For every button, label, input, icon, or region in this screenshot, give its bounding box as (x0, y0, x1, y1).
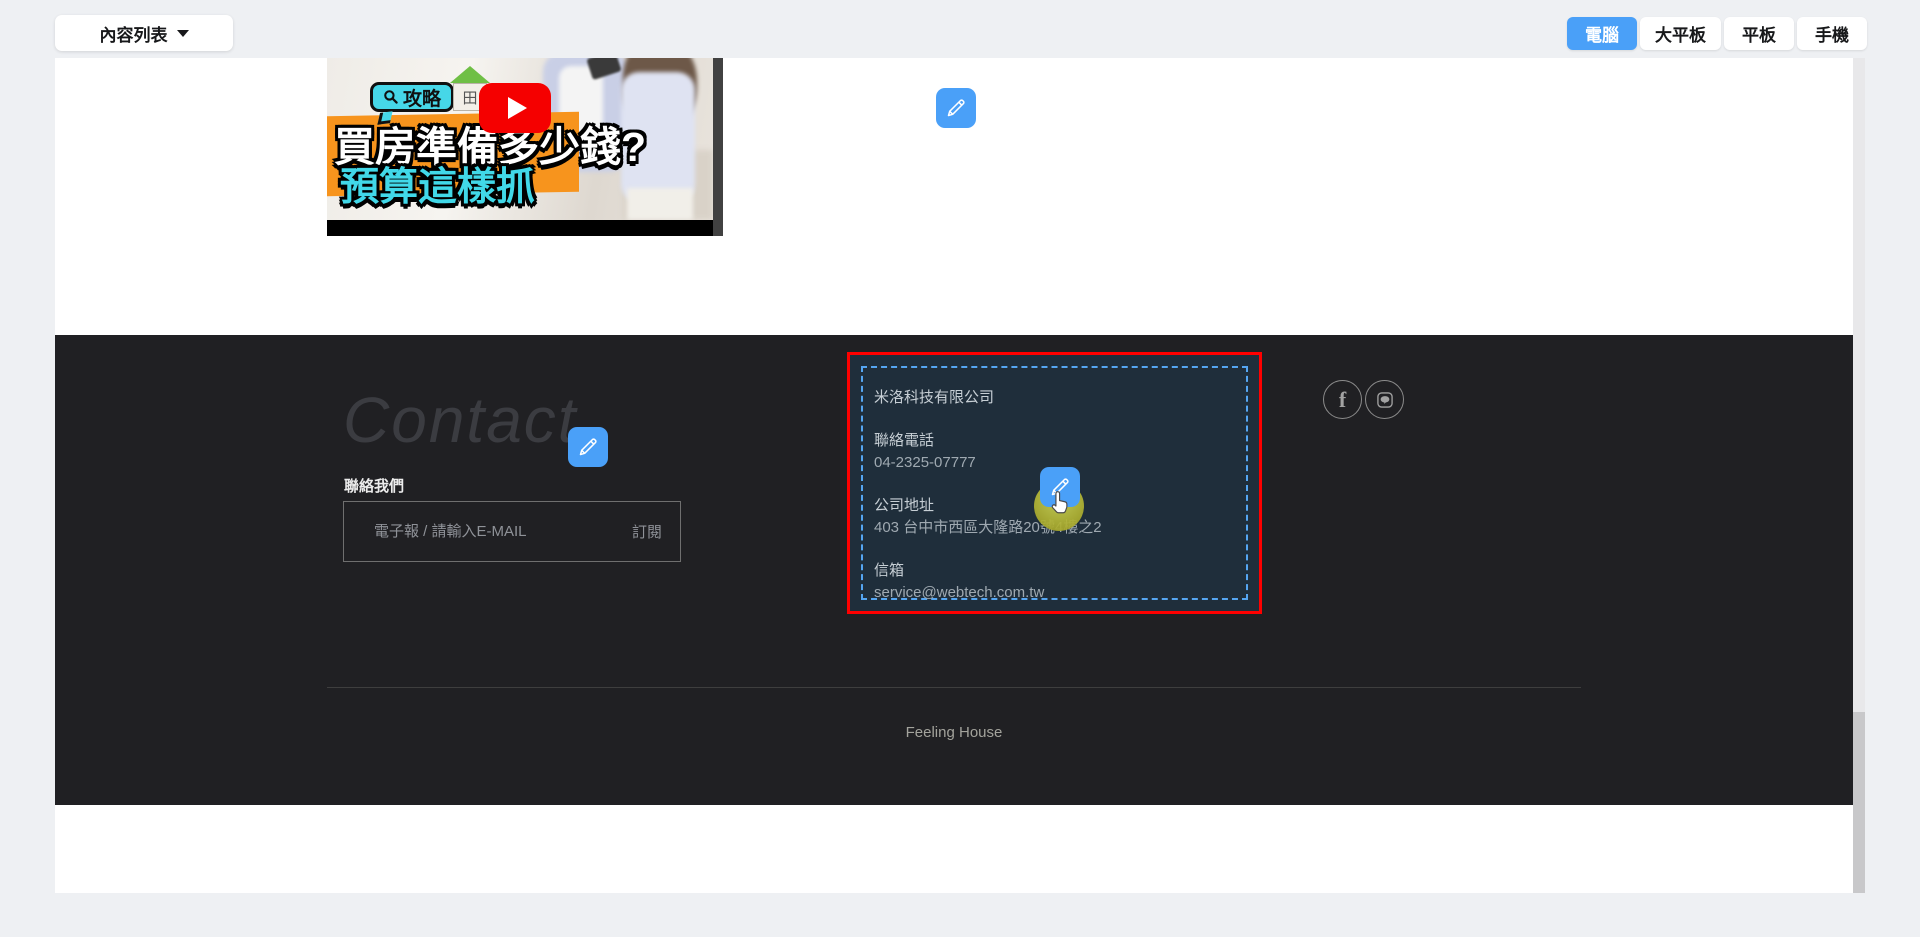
device-tab-phone[interactable]: 手機 (1797, 17, 1867, 50)
contact-us-label: 聯絡我們 (344, 475, 404, 496)
device-tab-desktop[interactable]: 電腦 (1567, 17, 1637, 50)
newsletter-box: 訂閱 (343, 501, 681, 562)
pencil-icon (576, 435, 600, 459)
person-woman-pants-shape (627, 188, 693, 220)
line-icon[interactable] (1365, 380, 1404, 419)
strategy-badge-label: 攻略 (403, 84, 441, 111)
editor-window: 內容列表 電腦 大平板 平板 手機 買房準備多少錢? 預算這樣抓 (0, 0, 1920, 937)
pencil-icon (944, 96, 968, 120)
content-list-label: 內容列表 (100, 21, 168, 46)
site-name: Feeling House (55, 724, 1853, 741)
preview-canvas: 買房準備多少錢? 預算這樣抓 攻略 田 (55, 58, 1853, 893)
contact-section-title: Contact (343, 383, 578, 457)
scrollbar-thumb[interactable] (1853, 712, 1865, 893)
site-footer: Contact 聯絡我們 訂閱 米洛科技有限公司 聯絡電話 (55, 335, 1853, 805)
company-info-block-selected[interactable]: 米洛科技有限公司 聯絡電話 04-2325-07777 公司地址 403 台中市… (847, 352, 1262, 614)
youtube-play-icon[interactable] (479, 83, 551, 133)
phone-label: 聯絡電話 (874, 430, 1102, 452)
email-label: 信箱 (874, 560, 1102, 582)
caret-down-icon (177, 30, 189, 37)
device-tab-tablet[interactable]: 平板 (1724, 17, 1794, 50)
video-thumbnail: 買房準備多少錢? 預算這樣抓 攻略 田 (327, 58, 713, 220)
content-list-button[interactable]: 內容列表 (55, 15, 233, 51)
company-name: 米洛科技有限公司 (874, 387, 1102, 409)
facebook-icon[interactable]: f (1323, 380, 1362, 419)
contact-section-edit-button[interactable] (568, 427, 608, 467)
device-switcher: 電腦 大平板 平板 手機 (1567, 17, 1867, 50)
footer-divider (327, 687, 1581, 688)
video-letterbox-bottom (327, 220, 713, 236)
device-tab-large-tablet[interactable]: 大平板 (1640, 17, 1721, 50)
video-letterbox-right (713, 58, 723, 236)
magnifier-icon (383, 89, 399, 105)
thumbnail-title-line2: 預算這樣抓 (340, 156, 535, 212)
video-section-edit-button[interactable] (936, 88, 976, 128)
youtube-video-block[interactable]: 買房準備多少錢? 預算這樣抓 攻略 田 (327, 58, 723, 236)
subscribe-button[interactable]: 訂閱 (632, 502, 662, 561)
email-value: service@webtech.com.tw (874, 582, 1102, 604)
strategy-badge: 攻略 (370, 82, 454, 112)
hand-cursor-icon (1047, 489, 1073, 519)
newsletter-email-input[interactable] (344, 502, 680, 561)
